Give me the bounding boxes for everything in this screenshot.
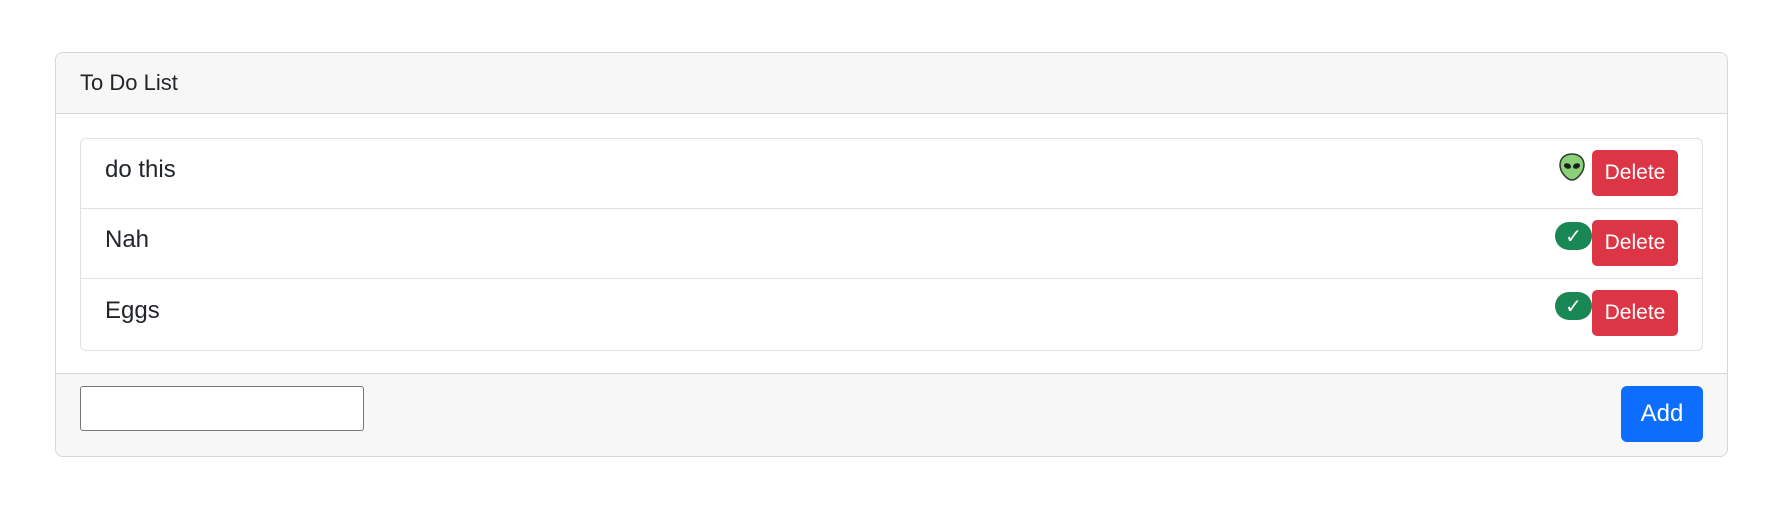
add-button[interactable]: Add bbox=[1621, 386, 1703, 442]
check-icon[interactable]: ✓ bbox=[1555, 292, 1592, 320]
card-footer: Add bbox=[56, 373, 1727, 456]
todo-item: do this Delete bbox=[81, 139, 1702, 209]
todo-card: To Do List do this Delete Nah ✓ Delete E… bbox=[55, 52, 1728, 457]
alien-icon[interactable] bbox=[1554, 153, 1590, 181]
todo-item: Nah ✓ Delete bbox=[81, 209, 1702, 279]
todo-text: Nah bbox=[105, 225, 150, 253]
todo-item: Eggs ✓ Delete bbox=[81, 279, 1702, 350]
delete-button[interactable]: Delete bbox=[1592, 220, 1678, 266]
card-header: To Do List bbox=[56, 53, 1727, 114]
todo-text: Eggs bbox=[105, 296, 160, 324]
check-icon[interactable]: ✓ bbox=[1555, 222, 1592, 250]
new-todo-input[interactable] bbox=[80, 386, 364, 431]
card-title: To Do List bbox=[80, 70, 178, 95]
todo-text: do this bbox=[105, 155, 176, 183]
delete-button[interactable]: Delete bbox=[1592, 150, 1678, 196]
todo-list: do this Delete Nah ✓ Delete Eggs ✓ Delet… bbox=[80, 138, 1703, 351]
card-body: do this Delete Nah ✓ Delete Eggs ✓ Delet… bbox=[56, 114, 1727, 351]
delete-button[interactable]: Delete bbox=[1592, 290, 1678, 336]
